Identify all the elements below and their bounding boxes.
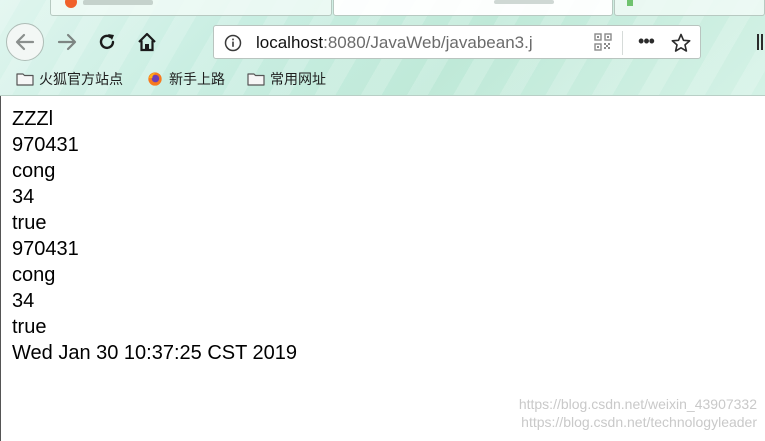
output-line: cong [12,264,56,286]
watermark-line-2: https://blog.csdn.net/technologyleader [521,414,757,430]
output-line: 970431 [12,238,79,260]
reload-icon [99,34,115,50]
folder-icon [247,73,265,86]
bookmark-label: 火狐官方站点 [39,71,123,87]
reload-button[interactable] [92,27,122,57]
arrow-left-icon [15,33,35,51]
tab-1[interactable] [50,0,332,16]
arrow-right-icon [57,33,77,51]
url-path: :8080/JavaWeb/javabean3.j [323,33,533,52]
output-line: 970431 [12,134,79,156]
bookmark-getting-started[interactable]: 新手上路 [146,66,225,92]
output-line: true [12,212,47,234]
tab-3-favicon-icon [627,0,633,6]
firefox-icon [148,72,162,86]
home-button[interactable] [132,27,162,57]
output-line: true [12,316,47,338]
address-bar[interactable]: localhost:8080/JavaWeb/javabean3.j ••• [213,25,701,59]
output-line: cong [12,160,56,182]
home-icon [138,32,156,52]
tab-favicon-icon [65,0,77,8]
tab-strip [0,0,765,16]
tab-2-title [494,0,554,4]
page-content: ZZZl 970431 cong 34 true 970431 cong 34 … [0,96,765,441]
bookmark-firefox-official[interactable]: 火狐官方站点 [16,66,123,92]
tab-2-active[interactable] [333,0,613,16]
output-line: 34 [12,186,35,208]
watermark-line-1: https://blog.csdn.net/weixin_43907332 [518,396,757,412]
tab-1-title [83,0,153,5]
back-button[interactable] [6,23,44,61]
urlbar-separator [622,31,623,55]
bookmark-common-sites[interactable]: 常用网址 [247,66,326,92]
url-host: localhost [256,33,324,52]
output-line: ZZZl [12,108,54,130]
qr-code-icon[interactable] [594,33,612,51]
bookmark-label: 新手上路 [169,71,225,87]
url-text[interactable]: localhost:8080/JavaWeb/javabean3.j [256,33,574,53]
forward-button[interactable] [52,27,82,57]
bookmark-label: 常用网址 [270,71,326,87]
page-actions-more-icon[interactable]: ••• [634,32,658,54]
library-icon[interactable] [756,32,765,52]
output-line: Wed Jan 30 10:37:25 CST 2019 [12,342,298,364]
output-line: 34 [12,290,35,312]
folder-icon [16,73,34,86]
info-icon[interactable] [224,34,242,52]
tab-3[interactable] [614,0,765,16]
star-icon[interactable] [670,32,692,54]
browser-chrome: localhost:8080/JavaWeb/javabean3.j ••• 火… [0,0,765,96]
